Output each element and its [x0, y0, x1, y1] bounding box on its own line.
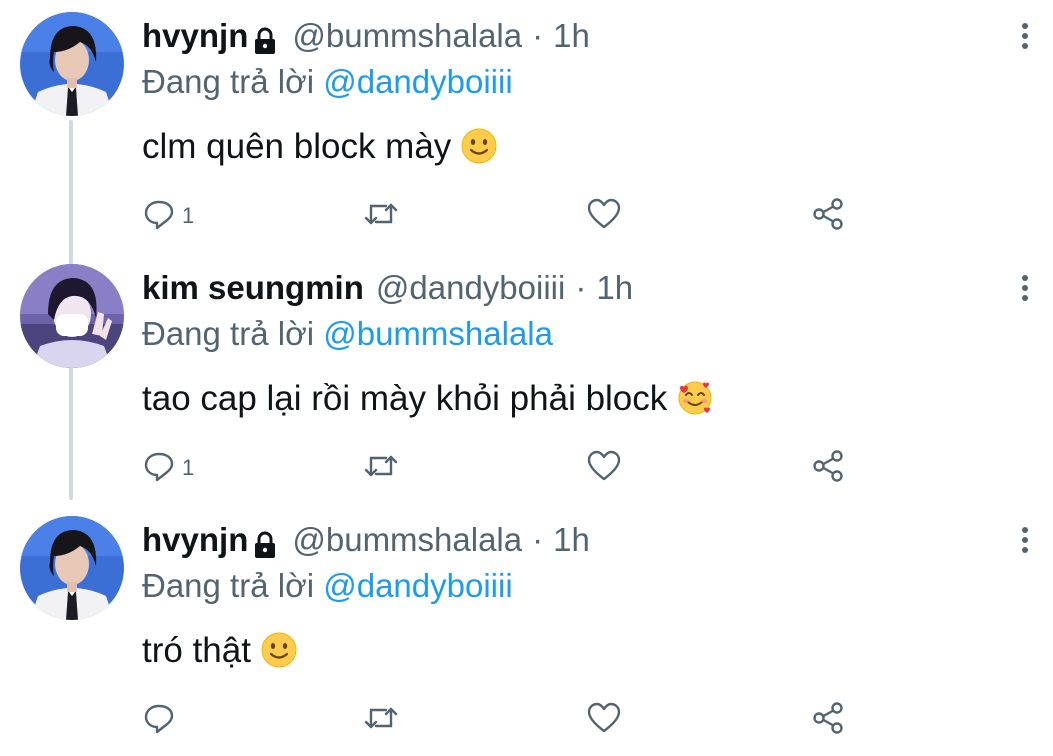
- reply-button[interactable]: 1: [142, 446, 194, 486]
- slightly-smiling-face-emoji: [461, 128, 497, 164]
- reply-icon: [142, 701, 176, 735]
- retweet-button[interactable]: [362, 194, 400, 234]
- reply-icon: [142, 197, 176, 231]
- like-button[interactable]: [586, 698, 622, 738]
- like-button[interactable]: [586, 194, 622, 234]
- share-button[interactable]: [810, 698, 846, 738]
- share-button[interactable]: [810, 446, 846, 486]
- reply-button[interactable]: 1: [142, 194, 194, 234]
- retweet-icon: [362, 197, 400, 231]
- slightly-smiling-face-emoji: [261, 632, 297, 668]
- retweet-icon: [362, 701, 400, 735]
- tweet[interactable]: kim seungmin @dandyboiiii · 1h Đang trả …: [0, 252, 1053, 504]
- more-icon[interactable]: [1021, 22, 1029, 50]
- display-name[interactable]: hvynjn: [142, 14, 248, 58]
- mention-link[interactable]: @bummshalala: [323, 315, 553, 352]
- timestamp[interactable]: 1h: [553, 14, 590, 58]
- replying-label: Đang trả lời: [142, 567, 315, 604]
- display-name[interactable]: hvynjn: [142, 518, 248, 562]
- replying-label: Đang trả lời: [142, 315, 315, 352]
- tweet-actions: 1: [142, 446, 862, 486]
- tweet-text-content: tao cap lại rồi mày khỏi phải block: [142, 379, 668, 418]
- replying-to: Đang trả lời @bummshalala: [142, 314, 553, 354]
- replying-to: Đang trả lời @dandyboiiii: [142, 566, 513, 606]
- like-icon: [586, 449, 622, 483]
- avatar[interactable]: [20, 12, 124, 116]
- replying-to: Đang trả lời @dandyboiiii: [142, 62, 513, 102]
- avatar[interactable]: [20, 516, 124, 620]
- reply-count: 1: [182, 455, 195, 480]
- lock-icon: [252, 527, 278, 558]
- username[interactable]: @bummshalala: [292, 518, 522, 562]
- tweet-text: tao cap lại rồi mày khỏi phải block: [142, 378, 713, 420]
- reply-count: 1: [182, 203, 195, 228]
- mention-link[interactable]: @dandyboiiii: [323, 567, 512, 604]
- tweet-header: kim seungmin @dandyboiiii · 1h: [142, 266, 633, 310]
- share-icon: [810, 196, 846, 232]
- display-name[interactable]: kim seungmin: [142, 266, 364, 310]
- tweet-text: tró thật: [142, 630, 297, 672]
- avatar[interactable]: [20, 264, 124, 368]
- tweet-actions: 1: [142, 194, 862, 234]
- retweet-icon: [362, 449, 400, 483]
- reply-icon: [142, 449, 176, 483]
- tweet[interactable]: hvynjn @bummshalala · 1h Đang trả lời @d…: [0, 0, 1053, 252]
- lock-icon: [252, 23, 278, 54]
- tweet-header: hvynjn @bummshalala · 1h: [142, 518, 590, 562]
- tweet-text: clm quên block mày: [142, 126, 497, 168]
- mention-link[interactable]: @dandyboiiii: [323, 63, 512, 100]
- replying-label: Đang trả lời: [142, 63, 315, 100]
- share-icon: [810, 448, 846, 484]
- more-icon[interactable]: [1021, 526, 1029, 554]
- separator: ·: [532, 17, 544, 54]
- separator: ·: [532, 521, 544, 558]
- share-button[interactable]: [810, 194, 846, 234]
- more-icon[interactable]: [1021, 274, 1029, 302]
- tweet-text-content: tró thật: [142, 631, 251, 670]
- tweet[interactable]: hvynjn @bummshalala · 1h Đang trả lời @d…: [0, 504, 1053, 756]
- username[interactable]: @bummshalala: [292, 14, 522, 58]
- like-button[interactable]: [586, 446, 622, 486]
- tweet-actions: [142, 698, 862, 738]
- reply-thread: hvynjn @bummshalala · 1h Đang trả lời @d…: [0, 0, 1053, 744]
- separator: ·: [575, 269, 587, 306]
- share-icon: [810, 700, 846, 736]
- username[interactable]: @dandyboiiii: [376, 266, 565, 310]
- timestamp[interactable]: 1h: [596, 266, 633, 310]
- tweet-header: hvynjn @bummshalala · 1h: [142, 14, 590, 58]
- retweet-button[interactable]: [362, 698, 400, 738]
- like-icon: [586, 197, 622, 231]
- timestamp[interactable]: 1h: [553, 518, 590, 562]
- tweet-text-content: clm quên block mày: [142, 127, 452, 166]
- smiling-face-with-hearts-emoji: [677, 380, 713, 416]
- like-icon: [586, 701, 622, 735]
- retweet-button[interactable]: [362, 446, 400, 486]
- reply-button[interactable]: [142, 698, 176, 738]
